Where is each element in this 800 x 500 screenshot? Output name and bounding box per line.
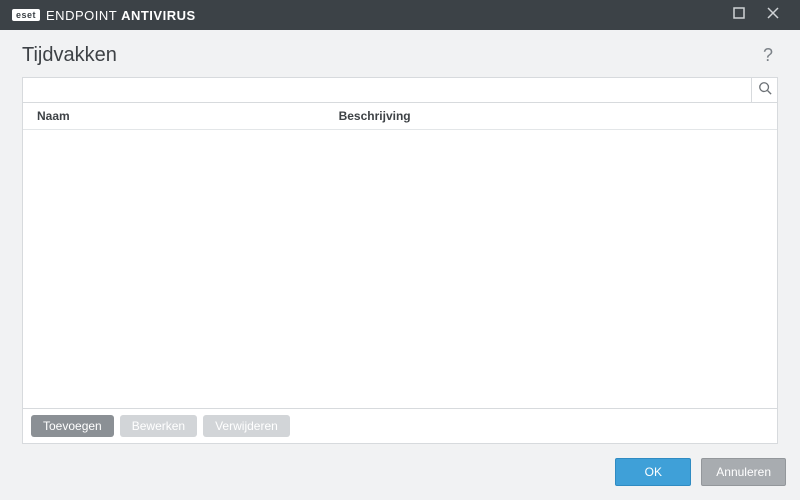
- page-header: Tijdvakken ?: [0, 30, 800, 77]
- table-actions: Toevoegen Bewerken Verwijderen: [22, 409, 778, 444]
- search-row: [22, 77, 778, 103]
- table-body: [23, 130, 777, 408]
- brand: eset ENDPOINT ANTIVIRUS: [12, 8, 196, 23]
- close-button[interactable]: [756, 0, 790, 30]
- brand-text-light: ENDPOINT: [46, 8, 121, 23]
- help-button[interactable]: ?: [758, 45, 778, 66]
- brand-text: ENDPOINT ANTIVIRUS: [46, 8, 196, 23]
- brand-badge: eset: [12, 9, 40, 21]
- page-title: Tijdvakken: [22, 44, 758, 67]
- add-button[interactable]: Toevoegen: [31, 415, 114, 437]
- timeslots-table: Naam Beschrijving: [22, 103, 778, 409]
- ok-button[interactable]: OK: [615, 458, 691, 486]
- edit-button: Bewerken: [120, 415, 197, 437]
- column-header-name[interactable]: Naam: [23, 103, 325, 129]
- brand-text-bold: ANTIVIRUS: [121, 8, 196, 23]
- search-input[interactable]: [22, 77, 752, 103]
- column-header-description[interactable]: Beschrijving: [325, 103, 777, 129]
- maximize-button[interactable]: [722, 0, 756, 30]
- delete-button: Verwijderen: [203, 415, 290, 437]
- content-area: Naam Beschrijving Toevoegen Bewerken Ver…: [0, 77, 800, 444]
- close-icon: [767, 6, 779, 24]
- table-header: Naam Beschrijving: [23, 103, 777, 130]
- cancel-button[interactable]: Annuleren: [701, 458, 786, 486]
- dialog-footer: OK Annuleren: [0, 444, 800, 500]
- search-icon: [758, 81, 772, 100]
- titlebar: eset ENDPOINT ANTIVIRUS: [0, 0, 800, 30]
- search-button[interactable]: [752, 77, 778, 103]
- maximize-icon: [733, 6, 745, 24]
